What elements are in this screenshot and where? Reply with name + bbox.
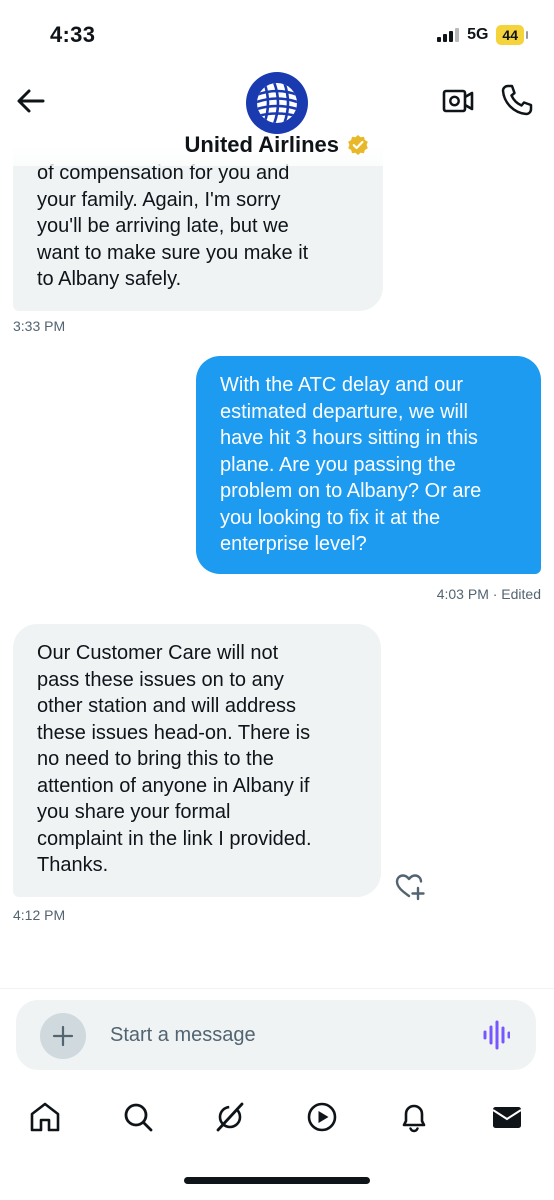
divider (0, 988, 554, 989)
play-icon[interactable] (305, 1100, 339, 1134)
voice-waveform-icon[interactable] (482, 1020, 510, 1050)
contact-name: United Airlines (184, 132, 339, 157)
add-reaction-heart-icon[interactable] (394, 870, 426, 902)
bottom-navigation (0, 1086, 554, 1152)
verified-badge-icon (348, 135, 369, 155)
plus-glyph (52, 1025, 74, 1047)
message-input[interactable] (110, 1000, 450, 1070)
arrow-left-icon[interactable] (14, 84, 48, 118)
grok-icon[interactable] (213, 1100, 247, 1134)
mail-icon[interactable] (490, 1100, 524, 1134)
search-icon[interactable] (121, 1100, 155, 1134)
home-indicator[interactable] (184, 1177, 370, 1184)
message-text: With the ATC delay and our estimated dep… (220, 374, 482, 555)
bell-icon[interactable] (397, 1100, 431, 1134)
message-timestamp-edited: 4:03 PM · Edited (436, 586, 541, 602)
phone-icon[interactable] (499, 82, 533, 118)
conversation-header: United Airlines (0, 62, 554, 166)
message-text: Our Customer Care will not pass these is… (37, 642, 312, 876)
contact-name-row[interactable]: United Airlines (0, 132, 554, 158)
message-timestamp: 4:12 PM (13, 907, 66, 923)
message-bubble-outgoing[interactable]: With the ATC delay and our estimated dep… (196, 356, 541, 574)
avatar[interactable] (246, 72, 308, 134)
message-bubble-incoming[interactable]: Our Customer Care will not pass these is… (13, 624, 381, 897)
message-composer (16, 1000, 536, 1070)
message-text: of compensation for you and your family.… (37, 162, 309, 290)
message-timestamp: 3:33 PM (13, 318, 66, 334)
video-call-icon[interactable] (441, 84, 475, 118)
plus-icon[interactable] (40, 1013, 86, 1059)
home-icon[interactable] (28, 1100, 62, 1134)
